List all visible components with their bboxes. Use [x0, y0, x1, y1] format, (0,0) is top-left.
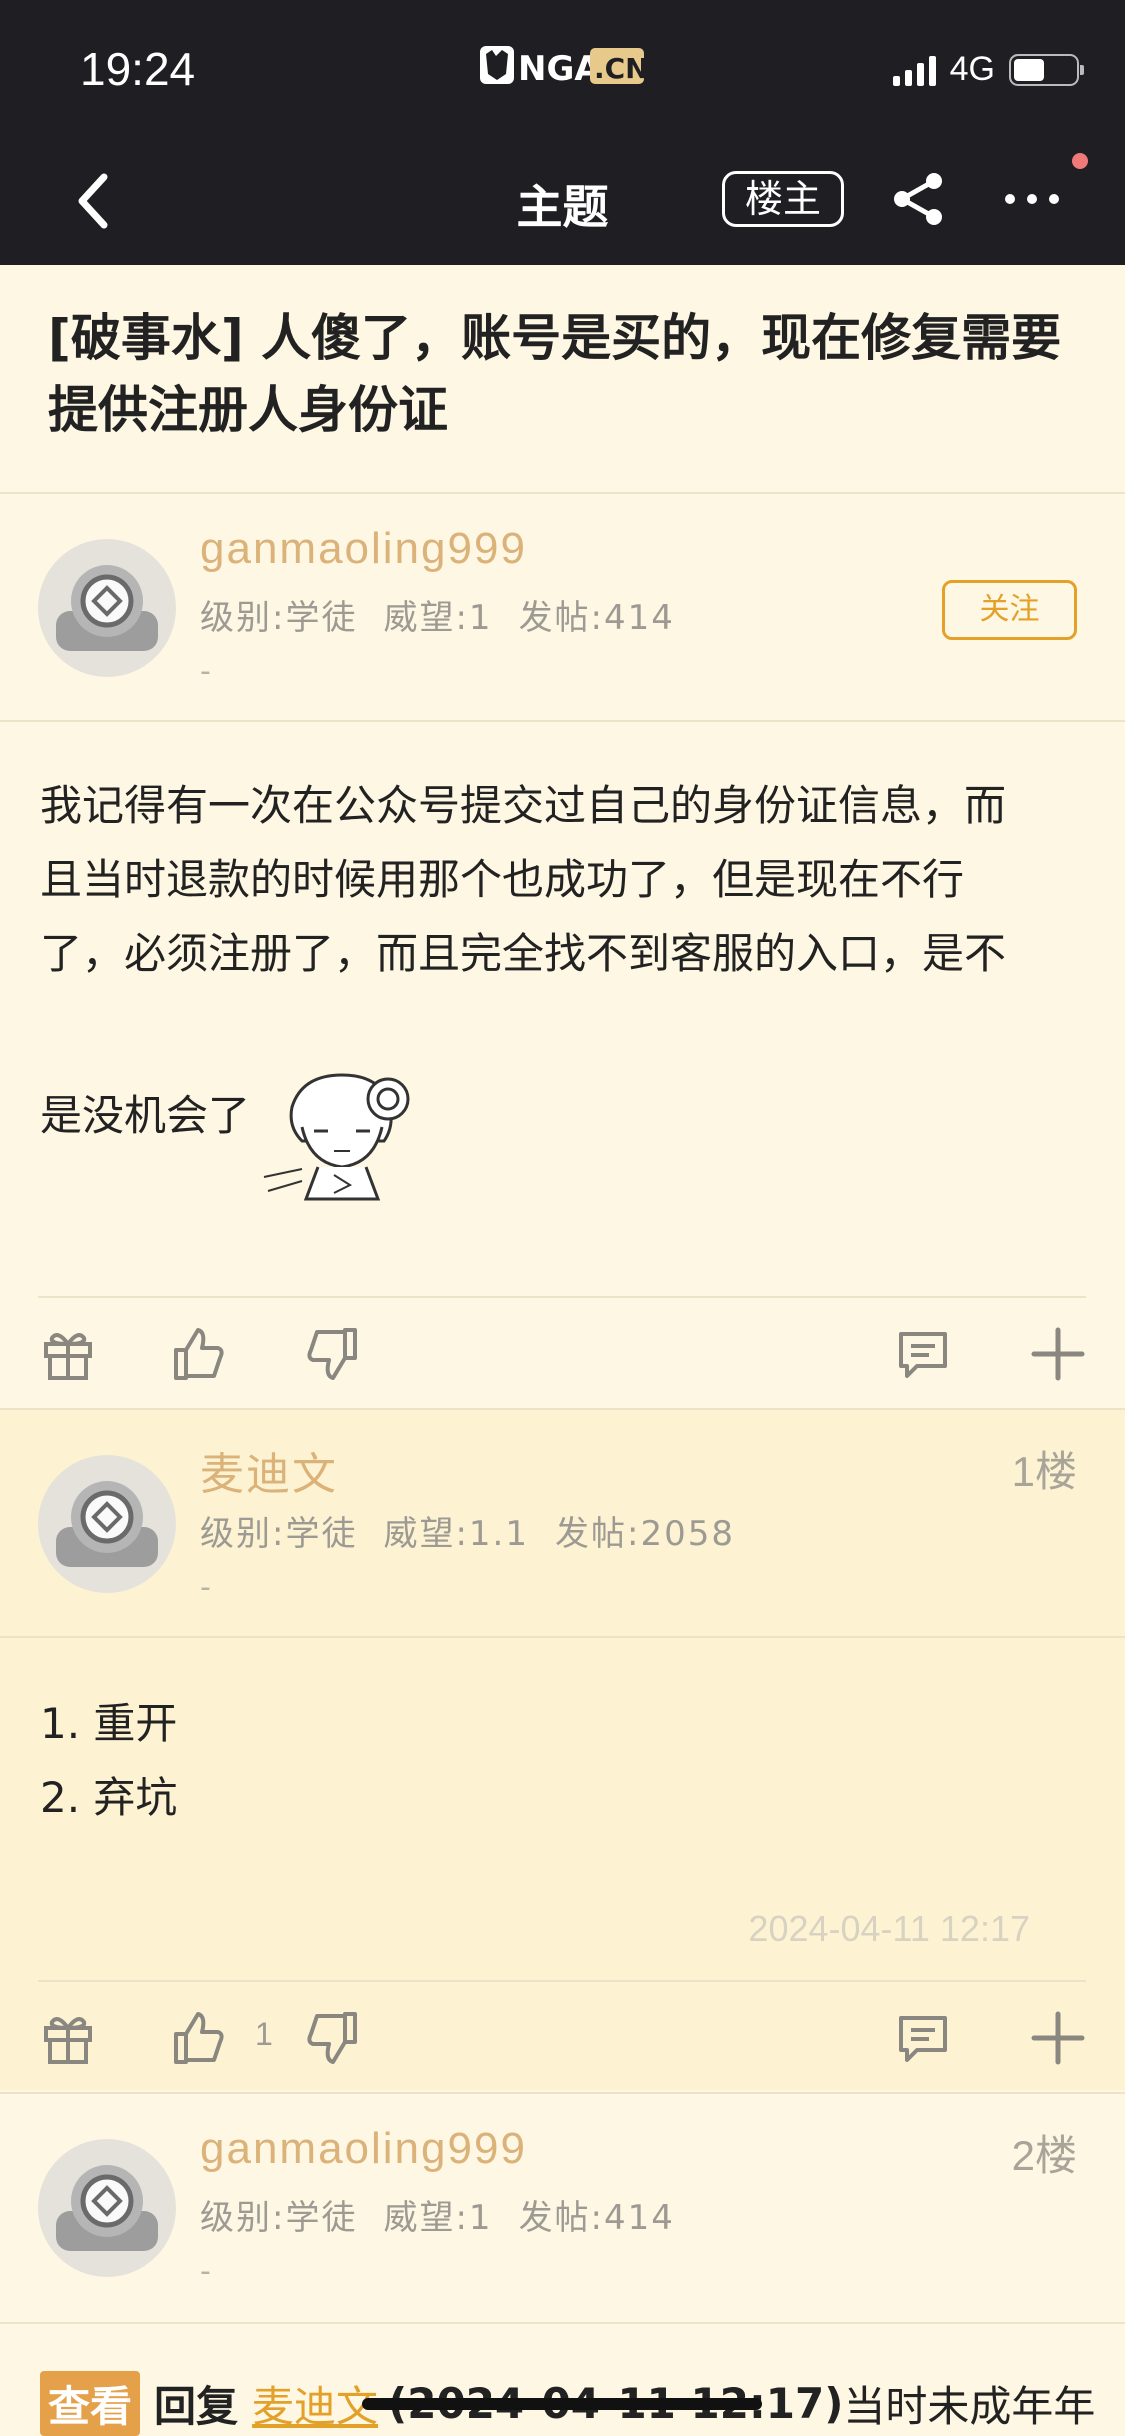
user-prestige: 威望:1.1 — [383, 1514, 529, 1554]
user-signature: - — [200, 2254, 211, 2289]
avatar[interactable] — [38, 2139, 176, 2277]
post-timestamp: 2024-04-11 12:17 — [748, 1908, 1030, 1949]
post-header: ganmaoling999 级别:学徒 威望:1 发帖:414 - 2楼 — [0, 2094, 1125, 2322]
view-quote-button[interactable]: 查看 — [40, 2370, 141, 2436]
user-level: 级别:学徒 — [200, 598, 358, 638]
avatar[interactable] — [38, 1455, 176, 1593]
status-bar: 19:24 NGA .CN 4G — [0, 0, 1125, 135]
network-type: 4G — [949, 50, 995, 88]
status-indicators: 4G — [892, 50, 1084, 89]
back-icon[interactable] — [70, 171, 120, 231]
post-action-bar — [0, 1298, 1125, 1408]
gift-icon[interactable] — [40, 1326, 96, 1382]
quote-text: 当时未成年年 — [843, 2381, 1096, 2431]
post-text-line: 是没机会了 — [40, 1091, 251, 1140]
follow-button[interactable]: 关注 — [942, 580, 1077, 640]
like-icon[interactable] — [170, 2010, 226, 2066]
comment-icon[interactable] — [895, 1326, 951, 1382]
user-prestige: 威望:1 — [383, 598, 493, 638]
page-title: 主题 — [516, 180, 609, 234]
post-content: 我记得有一次在公众号提交过自己的身份证信息，而 且当时退款的时候用那个也成功了，… — [40, 722, 1090, 1292]
anime-sticker — [263, 1073, 410, 1201]
floor-number: 2楼 — [1011, 2132, 1077, 2179]
post-action-bar: 1 — [0, 1982, 1125, 2092]
user-signature: - — [200, 654, 211, 689]
avatar[interactable] — [38, 539, 176, 677]
navbar: 主题 楼主 — [0, 135, 1125, 265]
nga-logo: NGA .CN — [480, 46, 645, 88]
quote-reply-label: 回复 — [154, 2381, 239, 2431]
notification-dot — [1072, 153, 1088, 169]
user-prestige: 威望:1 — [383, 2198, 493, 2238]
post-header: ganmaoling999 级别:学徒 威望:1 发帖:414 - 关注 — [0, 494, 1125, 720]
topic-title: [破事水] 人傻了，账号是买的，现在修复需要提供注册人身份证 — [48, 309, 1062, 439]
share-icon[interactable] — [888, 171, 948, 227]
post-text-line: 且当时退款的时候用那个也成功了，但是现在不行 — [40, 855, 965, 904]
post-text-line: 1. 重开 — [40, 1699, 178, 1748]
svg-text:NGA: NGA — [518, 49, 601, 88]
user-post-count: 发帖:414 — [518, 598, 675, 638]
post-text-line: 2. 弃坑 — [40, 1773, 178, 1822]
like-count: 1 — [255, 2016, 273, 2052]
floor-number: 1楼 — [1011, 1448, 1077, 1495]
only-op-button[interactable]: 楼主 — [722, 171, 844, 227]
user-meta: 级别:学徒 威望:1 发帖:414 — [200, 2190, 701, 2239]
comment-icon[interactable] — [895, 2010, 951, 2066]
post-header: 麦迪文 级别:学徒 威望:1.1 发帖:2058 - 1楼 — [0, 1410, 1125, 1636]
more-icon[interactable] — [1002, 187, 1062, 211]
dislike-icon[interactable] — [305, 2010, 361, 2066]
signal-icon — [892, 54, 936, 86]
quote-user-link[interactable]: 麦迪文 — [252, 2373, 378, 2434]
user-level: 级别:学徒 — [200, 2198, 358, 2238]
user-post-count: 发帖:414 — [518, 2198, 675, 2238]
battery-icon — [1009, 53, 1084, 86]
user-level: 级别:学徒 — [200, 1514, 358, 1554]
plus-icon[interactable] — [1030, 2010, 1086, 2066]
user-post-count: 发帖:2058 — [555, 1514, 735, 1554]
user-signature: - — [200, 1570, 211, 1605]
user-meta: 级别:学徒 威望:1.1 发帖:2058 — [200, 1506, 761, 1555]
home-indicator[interactable] — [362, 2398, 762, 2410]
dislike-icon[interactable] — [305, 1326, 361, 1382]
plus-icon[interactable] — [1030, 1326, 1086, 1382]
user-meta: 级别:学徒 威望:1 发帖:414 — [200, 590, 701, 639]
username[interactable]: ganmaoling999 — [200, 2124, 527, 2174]
svg-text:.CN: .CN — [594, 52, 645, 85]
post-text-line: 了，必须注册了，而且完全找不到客服的入口，是不 — [40, 929, 1007, 978]
post-text-line: 我记得有一次在公众号提交过自己的身份证信息，而 — [40, 781, 1007, 830]
username[interactable]: 麦迪文 — [200, 1438, 338, 1502]
gift-icon[interactable] — [40, 2010, 96, 2066]
like-icon[interactable] — [170, 1326, 226, 1382]
divider — [0, 2322, 1125, 2324]
status-time: 19:24 — [80, 43, 196, 95]
username[interactable]: ganmaoling999 — [200, 524, 527, 574]
